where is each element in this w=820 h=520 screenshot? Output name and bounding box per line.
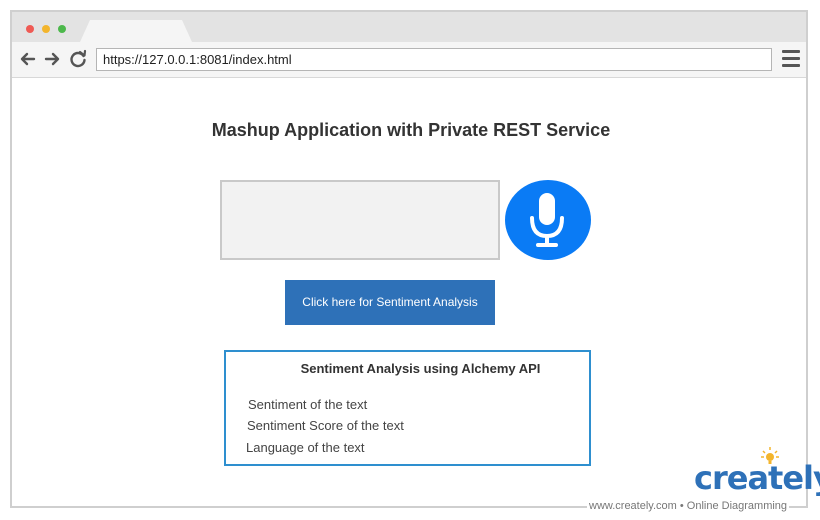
- speech-text-input[interactable]: [220, 180, 500, 260]
- reload-icon[interactable]: [68, 48, 88, 70]
- browser-toolbar: https://127.0.0.1:8081/index.html: [12, 42, 806, 78]
- sentiment-score-label: Sentiment Score of the text: [247, 418, 404, 433]
- page-title: Mashup Application with Private REST Ser…: [211, 120, 611, 140]
- maximize-window-dot[interactable]: [58, 25, 66, 33]
- browser-window: https://127.0.0.1:8081/index.html Mashup…: [10, 10, 808, 508]
- minimize-window-dot[interactable]: [42, 25, 50, 33]
- arrow-left-icon[interactable]: [18, 48, 38, 70]
- browser-tab[interactable]: [80, 20, 192, 42]
- microphone-icon: [530, 193, 564, 247]
- creately-logo: creately: [694, 459, 820, 497]
- sentiment-label: Sentiment of the text: [248, 397, 368, 412]
- arrow-right-icon[interactable]: [42, 48, 62, 70]
- microphone-button[interactable]: [505, 180, 591, 260]
- sentiment-result-panel: Sentiment Analysis using Alchemy API Sen…: [224, 350, 591, 466]
- browser-titlebar: [12, 12, 806, 42]
- close-window-dot[interactable]: [26, 25, 34, 33]
- footer-watermark: www.creately.com • Online Diagramming: [587, 500, 790, 512]
- language-label: Language of the text: [246, 440, 365, 455]
- address-bar[interactable]: https://127.0.0.1:8081/index.html: [96, 48, 772, 71]
- hamburger-menu-icon[interactable]: [782, 50, 800, 68]
- result-panel-title: Sentiment Analysis using Alchemy API: [300, 361, 541, 376]
- sentiment-analysis-button[interactable]: Click here for Sentiment Analysis: [285, 280, 495, 325]
